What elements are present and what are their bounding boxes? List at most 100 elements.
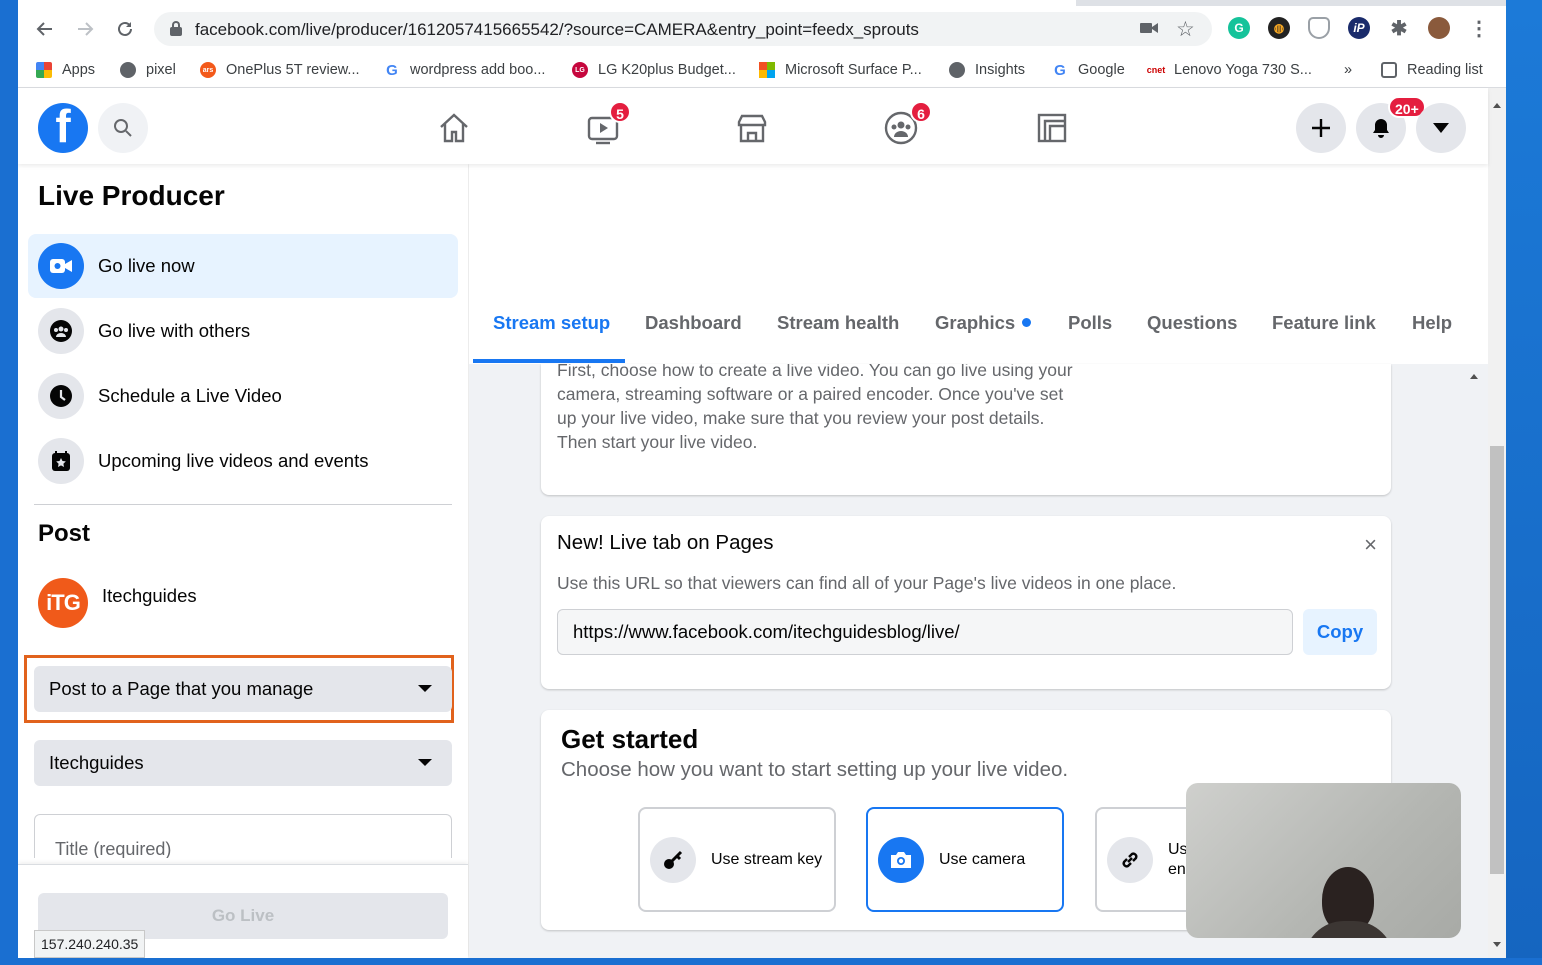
reading-list-button[interactable]: Reading list	[1381, 60, 1483, 80]
link-icon	[1107, 836, 1153, 883]
tab-help[interactable]: Help	[1412, 312, 1452, 334]
watch-badge: 5	[609, 101, 631, 123]
reload-icon[interactable]	[110, 14, 140, 44]
bookmark-oneplus[interactable]: ars OnePlus 5T review...	[200, 60, 360, 80]
tab-graphics[interactable]: Graphics	[935, 312, 1032, 334]
facebook-navbar: f 5 6 20+	[18, 88, 1488, 164]
reading-list-icon	[1381, 62, 1397, 78]
profile-avatar[interactable]	[1428, 17, 1450, 39]
bookmark-lg[interactable]: LG LG K20plus Budget...	[572, 60, 736, 80]
sidebar-item-upcoming[interactable]: Upcoming live videos and events	[28, 429, 458, 493]
bookmark-apps[interactable]: Apps	[36, 60, 95, 80]
active-tab-indicator	[473, 359, 625, 363]
bell-icon	[1373, 119, 1389, 138]
google-icon: G	[384, 62, 400, 79]
clock-icon	[38, 373, 84, 419]
forward-icon[interactable]	[70, 14, 100, 44]
calendar-star-icon	[38, 438, 84, 484]
plus-icon	[1312, 119, 1330, 137]
extensions-puzzle-icon[interactable]: ✱	[1388, 17, 1410, 40]
grammarly-icon[interactable]: G	[1228, 17, 1250, 39]
bookmark-pixel[interactable]: pixel	[120, 60, 176, 80]
scroll-up-icon	[1470, 374, 1478, 379]
new-dot-icon	[1022, 317, 1032, 327]
bookmark-star-icon[interactable]: ☆	[1176, 17, 1195, 42]
scrollbar-thumb[interactable]	[1490, 446, 1504, 874]
ars-icon: ars	[200, 62, 216, 78]
intro-card: First, choose how to create a live video…	[541, 364, 1391, 495]
tab-stream-setup[interactable]: Stream setup	[493, 312, 610, 334]
tab-polls[interactable]: Polls	[1068, 312, 1112, 334]
bookmark-insights[interactable]: Insights	[949, 60, 1025, 80]
page-scrollbar[interactable]	[1488, 88, 1506, 958]
microsoft-icon	[759, 62, 775, 78]
ip-extension-icon[interactable]: iP	[1348, 17, 1370, 39]
browser-window: facebook.com/live/producer/1612057415665…	[18, 0, 1506, 958]
lg-icon: LG	[572, 62, 588, 78]
apple-icon	[120, 62, 136, 78]
bookmark-google[interactable]: G Google	[1052, 60, 1125, 80]
key-icon	[650, 836, 696, 883]
facebook-logo[interactable]: f	[38, 103, 88, 153]
live-producer-sidebar: Live Producer Go live now Go live with o…	[18, 164, 468, 958]
page-name: Itechguides	[102, 585, 197, 606]
card-subtitle: Use this URL so that viewers can find al…	[557, 573, 1177, 593]
live-tab-card: New! Live tab on Pages × Use this URL so…	[541, 516, 1391, 689]
sidebar-item-go-live-with-others[interactable]: Go live with others	[28, 299, 458, 363]
bookmark-wordpress[interactable]: G wordpress add boo...	[384, 60, 545, 80]
camera-icon	[878, 836, 924, 883]
camera-in-use-icon[interactable]	[1140, 20, 1158, 40]
globe-icon	[949, 62, 965, 78]
groups-badge: 6	[910, 101, 932, 123]
sidebar-item-go-live-now[interactable]: Go live now	[28, 234, 458, 298]
url-text: facebook.com/live/producer/1612057415665…	[195, 20, 919, 39]
google-icon: G	[1052, 62, 1068, 79]
shield-icon[interactable]	[1308, 17, 1330, 39]
search-icon	[114, 119, 132, 137]
webcam-preview	[1186, 783, 1461, 938]
get-started-subtitle: Choose how you want to start setting up …	[561, 758, 1069, 781]
inner-scrollbar[interactable]	[1467, 364, 1481, 958]
bookmark-microsoft[interactable]: Microsoft Surface P...	[759, 60, 922, 80]
scroll-up-icon	[1493, 103, 1501, 108]
tab-questions[interactable]: Questions	[1147, 312, 1237, 334]
desktop-background	[1506, 0, 1542, 965]
extension-ball-icon[interactable]: ◍	[1268, 17, 1290, 39]
account-menu-button[interactable]	[1416, 103, 1466, 153]
tab-dashboard[interactable]: Dashboard	[645, 312, 742, 334]
home-icon[interactable]	[436, 110, 472, 146]
post-heading: Post	[38, 520, 91, 547]
apps-grid-icon	[36, 62, 52, 78]
address-bar[interactable]: facebook.com/live/producer/1612057415665…	[154, 12, 1212, 46]
browser-toolbar: facebook.com/live/producer/1612057415665…	[18, 0, 1506, 52]
use-stream-key-option[interactable]: Use stream key	[638, 807, 836, 912]
group-icon	[38, 308, 84, 354]
copy-button[interactable]: Copy	[1303, 609, 1377, 655]
card-title: New! Live tab on Pages	[557, 531, 774, 554]
more-bookmarks-button[interactable]: »	[1344, 60, 1352, 80]
caret-down-icon	[418, 685, 432, 692]
intro-text: First, choose how to create a live video…	[557, 364, 1073, 452]
sidebar-item-schedule[interactable]: Schedule a Live Video	[28, 364, 458, 428]
live-url-field[interactable]: https://www.facebook.com/itechguidesblog…	[557, 609, 1293, 655]
title-field[interactable]: Title (required)	[34, 814, 452, 858]
page-title: Live Producer	[38, 180, 225, 211]
get-started-title: Get started	[561, 724, 699, 754]
tab-stream-health[interactable]: Stream health	[777, 312, 899, 334]
page-select[interactable]: Itechguides	[34, 740, 452, 786]
post-target-select[interactable]: Post to a Page that you manage	[34, 666, 452, 712]
divider	[34, 504, 452, 505]
gaming-icon[interactable]	[1034, 110, 1070, 146]
marketplace-icon[interactable]	[734, 110, 770, 146]
tab-feature-link[interactable]: Feature link	[1272, 312, 1376, 334]
search-button[interactable]	[98, 103, 148, 153]
create-button[interactable]	[1296, 103, 1346, 153]
close-icon[interactable]: ×	[1364, 532, 1377, 558]
browser-menu-icon[interactable]: ⋮	[1468, 17, 1490, 40]
caret-down-icon	[418, 759, 432, 766]
use-camera-option[interactable]: Use camera	[866, 807, 1064, 912]
page-avatar: iTG	[38, 578, 88, 628]
bookmark-lenovo[interactable]: cnet Lenovo Yoga 730 S...	[1147, 60, 1312, 80]
status-bar-url: 157.240.240.35	[34, 930, 146, 958]
back-icon[interactable]	[30, 14, 60, 44]
